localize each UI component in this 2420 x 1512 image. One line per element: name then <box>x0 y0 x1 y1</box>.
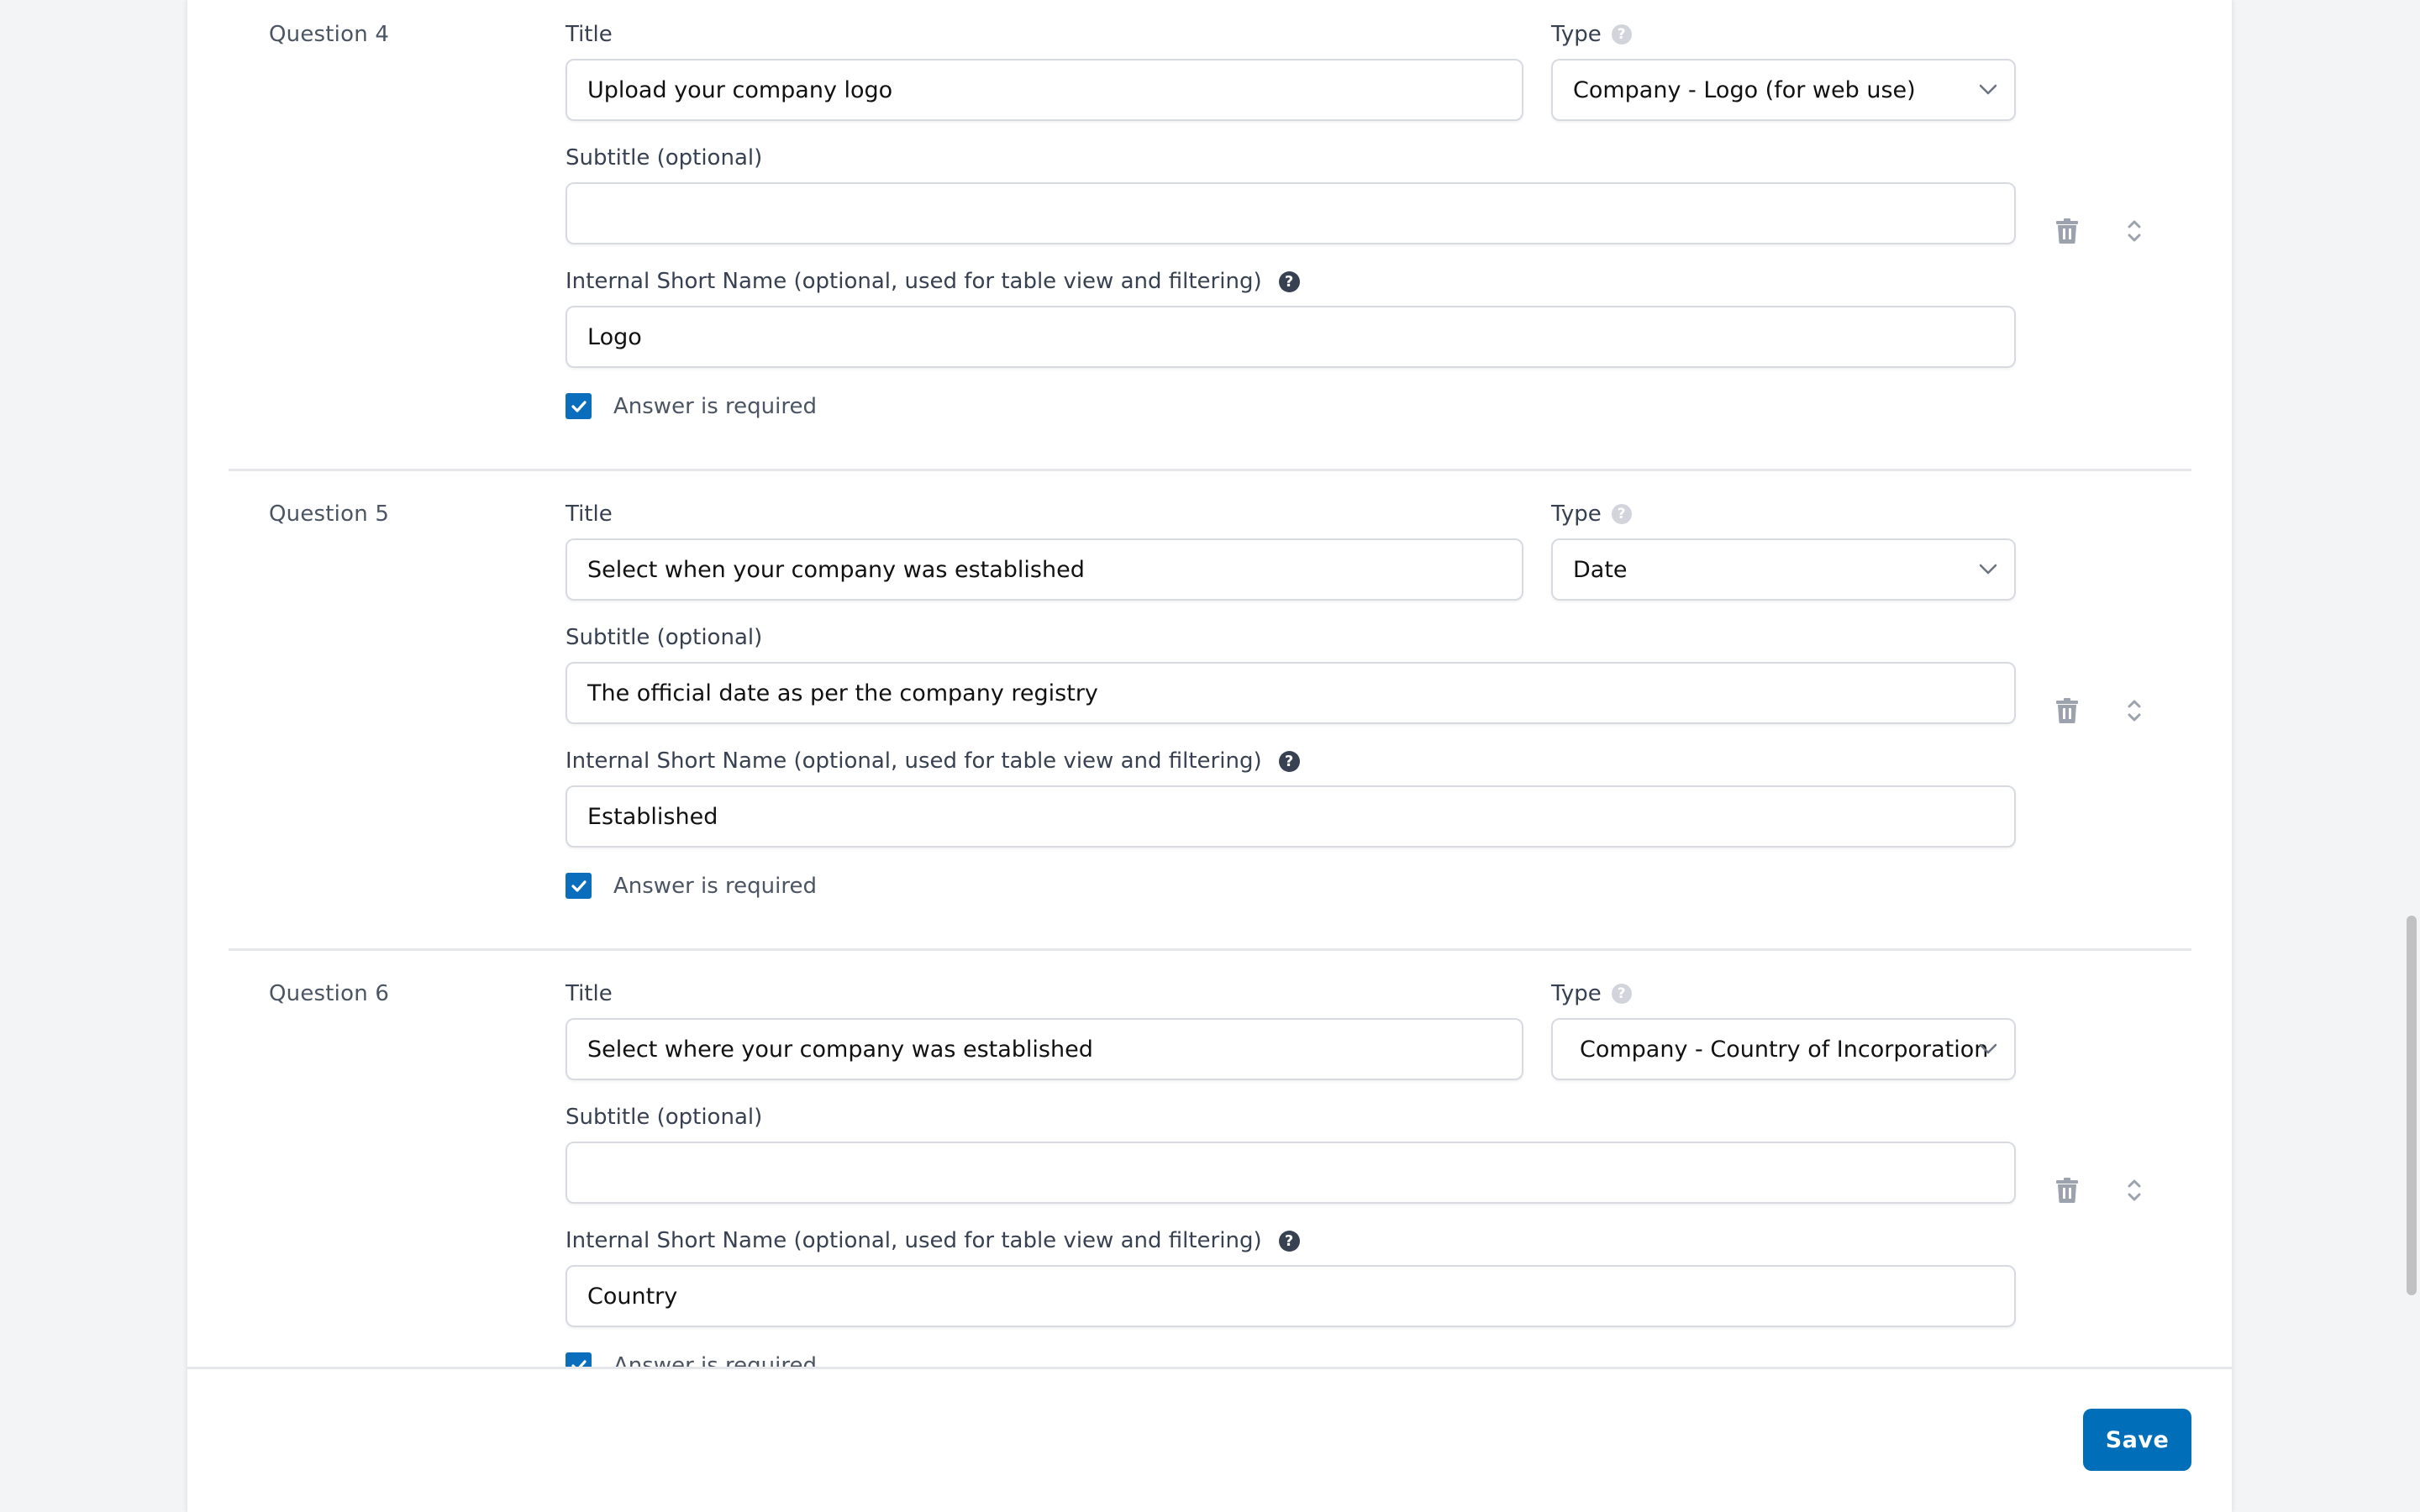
short-name-input-value: Established <box>587 803 718 830</box>
title-label-text: Title <box>566 981 613 1006</box>
subtitle-label-text: Subtitle (optional) <box>566 145 763 171</box>
reorder-handle[interactable] <box>2121 214 2148 248</box>
subtitle-input-value: The official date as per the company reg… <box>587 680 1098 706</box>
type-select[interactable]: Company - Country of Incorporation <box>1551 1018 2016 1080</box>
subtitle-label: Subtitle (optional) <box>566 1105 762 1130</box>
type-label: Type ? <box>1551 501 1632 527</box>
chevron-down-icon <box>1979 84 1997 95</box>
short-name-input[interactable]: Country <box>566 1265 2016 1327</box>
delete-question-button[interactable] <box>2052 694 2082 727</box>
reorder-chevrons-icon <box>2128 220 2141 242</box>
question-block: Question 6 Title Select where your compa… <box>187 959 2232 1367</box>
subtitle-input[interactable]: The official date as per the company reg… <box>566 662 2016 724</box>
checkmark-icon <box>571 879 587 892</box>
type-label: Type ? <box>1551 981 1632 1006</box>
question-block: Question 4 Title Upload your company log… <box>187 0 2232 480</box>
question-number-label: Question 5 <box>269 501 390 527</box>
type-select-value: Date <box>1573 556 1628 583</box>
reorder-chevrons-icon <box>2128 700 2141 722</box>
question-circle-icon[interactable]: ? <box>1278 1230 1300 1252</box>
question-circle-icon[interactable]: ? <box>1611 984 1632 1004</box>
short-name-label: Internal Short Name (optional, used for … <box>566 1228 1300 1253</box>
title-input[interactable]: Select when your company was established <box>566 538 1523 601</box>
required-checkbox-label: Answer is required <box>613 393 817 419</box>
questions-card: Question 4 Title Upload your company log… <box>187 0 2232 1512</box>
title-label-text: Title <box>566 22 613 47</box>
page-scrollbar[interactable] <box>2402 0 2420 1512</box>
short-name-input-value: Logo <box>587 323 642 350</box>
required-checkbox[interactable] <box>566 1352 592 1367</box>
checkmark-icon <box>571 400 587 412</box>
short-name-label: Internal Short Name (optional, used for … <box>566 269 1300 294</box>
title-label: Title <box>566 22 613 47</box>
save-button[interactable]: Save <box>2083 1409 2191 1471</box>
title-input[interactable]: Select where your company was establishe… <box>566 1018 1523 1080</box>
short-name-input-value: Country <box>587 1283 678 1310</box>
question-divider <box>229 469 2191 471</box>
type-label-text: Type <box>1551 981 1602 1006</box>
question-number-label: Question 6 <box>269 981 390 1006</box>
checkmark-icon <box>571 1359 587 1367</box>
short-name-label: Internal Short Name (optional, used for … <box>566 748 1300 774</box>
required-checkbox-label: Answer is required <box>613 873 817 899</box>
type-label: Type ? <box>1551 22 1632 47</box>
trash-icon <box>2056 218 2078 244</box>
short-name-input[interactable]: Logo <box>566 306 2016 368</box>
type-select-value: Company - Country of Incorporation <box>1580 1036 1989 1063</box>
subtitle-label-text: Subtitle (optional) <box>566 1105 763 1130</box>
questions-scroll-area[interactable]: Question 4 Title Upload your company log… <box>187 0 2232 1367</box>
question-divider <box>229 948 2191 951</box>
question-circle-icon[interactable]: ? <box>1611 504 1632 524</box>
title-input-value: Upload your company logo <box>587 76 893 103</box>
required-checkbox[interactable] <box>566 873 592 899</box>
type-select-value: Company - Logo (for web use) <box>1573 76 1916 103</box>
delete-question-button[interactable] <box>2052 214 2082 248</box>
question-circle-icon[interactable]: ? <box>1278 750 1300 772</box>
question-circle-icon[interactable]: ? <box>1278 270 1300 292</box>
form-footer: Save <box>187 1367 2232 1512</box>
required-checkbox-row[interactable]: Answer is required <box>566 393 817 419</box>
type-select[interactable]: Company - Logo (for web use) <box>1551 59 2016 121</box>
delete-question-button[interactable] <box>2052 1173 2082 1207</box>
question-block: Question 5 Title Select when your compan… <box>187 480 2232 959</box>
short-name-label-text: Internal Short Name (optional, used for … <box>566 1228 1262 1253</box>
trash-icon <box>2056 698 2078 723</box>
trash-icon <box>2056 1178 2078 1203</box>
title-input-value: Select where your company was establishe… <box>587 1036 1093 1063</box>
short-name-label-text: Internal Short Name (optional, used for … <box>566 748 1262 774</box>
scrollbar-thumb[interactable] <box>2407 916 2417 1295</box>
short-name-label-text: Internal Short Name (optional, used for … <box>566 269 1262 294</box>
type-select[interactable]: Date <box>1551 538 2016 601</box>
subtitle-input[interactable] <box>566 1142 2016 1204</box>
reorder-chevrons-icon <box>2128 1179 2141 1201</box>
title-label-text: Title <box>566 501 613 527</box>
subtitle-label: Subtitle (optional) <box>566 625 762 650</box>
title-input[interactable]: Upload your company logo <box>566 59 1523 121</box>
question-number-label: Question 4 <box>269 22 390 47</box>
required-checkbox-row[interactable]: Answer is required <box>566 1352 817 1367</box>
required-checkbox-label: Answer is required <box>613 1352 817 1368</box>
chevron-down-icon <box>1979 564 1997 575</box>
title-label: Title <box>566 981 613 1006</box>
type-label-text: Type <box>1551 501 1602 527</box>
reorder-handle[interactable] <box>2121 694 2148 727</box>
subtitle-label: Subtitle (optional) <box>566 145 762 171</box>
subtitle-label-text: Subtitle (optional) <box>566 625 763 650</box>
chevron-down-icon <box>1979 1043 1997 1054</box>
question-circle-icon[interactable]: ? <box>1611 24 1632 45</box>
title-input-value: Select when your company was established <box>587 556 1085 583</box>
short-name-input[interactable]: Established <box>566 785 2016 848</box>
subtitle-input[interactable] <box>566 182 2016 244</box>
type-label-text: Type <box>1551 22 1602 47</box>
reorder-handle[interactable] <box>2121 1173 2148 1207</box>
required-checkbox-row[interactable]: Answer is required <box>566 873 817 899</box>
title-label: Title <box>566 501 613 527</box>
required-checkbox[interactable] <box>566 393 592 419</box>
